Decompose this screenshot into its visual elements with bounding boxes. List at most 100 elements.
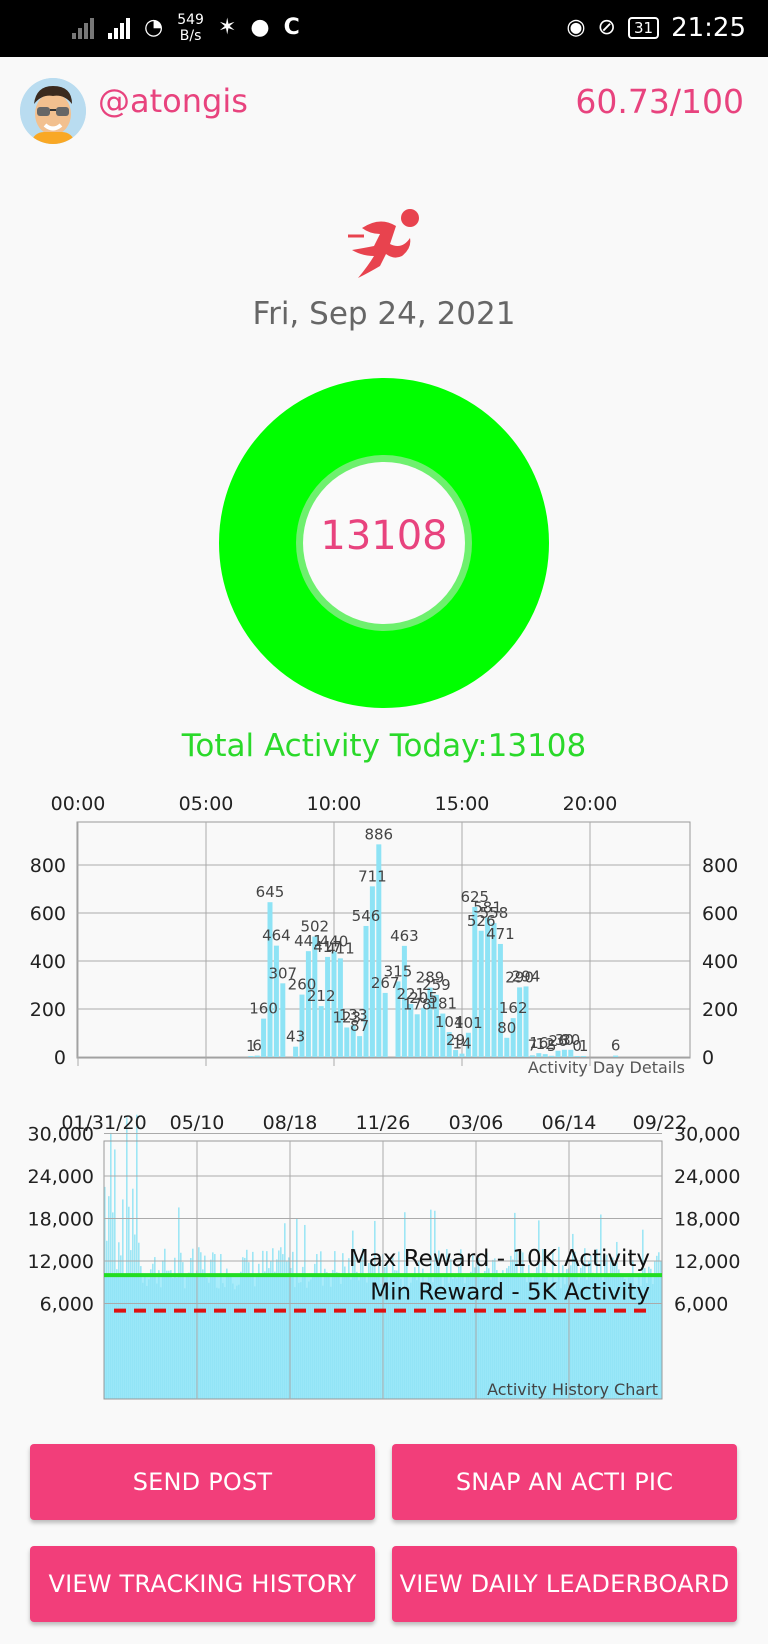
history-spike — [326, 1272, 328, 1399]
y-tick-label-right: 400 — [702, 951, 738, 973]
bar — [581, 1056, 587, 1057]
history-spike — [270, 1260, 272, 1399]
snap-pic-button[interactable]: SNAP AN ACTI PIC — [392, 1444, 737, 1520]
history-spike — [260, 1273, 262, 1399]
history-spike — [258, 1263, 260, 1399]
history-spike — [190, 1258, 192, 1399]
history-spike — [174, 1257, 176, 1399]
view-tracking-history-button[interactable]: VIEW TRACKING HISTORY — [30, 1546, 375, 1622]
signal-icon — [108, 17, 130, 39]
bar — [293, 1046, 299, 1057]
bar — [421, 1007, 427, 1057]
x-tick-label: 05:00 — [179, 793, 234, 815]
history-spike — [298, 1282, 300, 1399]
history-spike — [188, 1272, 190, 1399]
activity-day-chart: 1616064546430743260441502212417440411123… — [30, 793, 739, 1077]
bar-value-label: 1 — [579, 1037, 589, 1055]
bar — [299, 994, 305, 1057]
y-tick-label-right: 800 — [702, 855, 738, 877]
bar — [414, 1014, 420, 1057]
avatar[interactable] — [20, 78, 86, 144]
history-spike — [110, 1132, 112, 1399]
history-spike — [236, 1285, 238, 1399]
history-spike — [348, 1258, 350, 1399]
history-spike — [360, 1258, 362, 1399]
history-spike — [310, 1279, 312, 1399]
y-tick-label-right: 0 — [702, 1047, 714, 1069]
y-tick-label-right: 12,000 — [674, 1251, 740, 1273]
x-tick-label: 11/26 — [356, 1112, 411, 1134]
history-spike — [246, 1249, 248, 1399]
history-spike — [238, 1284, 240, 1399]
status-time: 21:25 — [671, 13, 746, 43]
net-speed-unit: B/s — [179, 28, 202, 44]
bar-value-label: 259 — [422, 976, 451, 994]
history-spike — [288, 1257, 290, 1399]
bar-value-label: 162 — [499, 999, 528, 1017]
view-daily-leaderboard-button[interactable]: VIEW DAILY LEADERBOARD — [392, 1546, 737, 1622]
history-spike — [168, 1270, 170, 1399]
history-spike — [654, 1261, 656, 1399]
score: 60.73/100 — [575, 82, 744, 121]
bar — [561, 1049, 567, 1057]
history-spike — [144, 1274, 146, 1399]
ring-value: 13108 — [320, 513, 448, 559]
history-spike — [404, 1212, 406, 1399]
y-tick-label-left: 0 — [54, 1047, 66, 1069]
y-tick-label-left: 12,000 — [28, 1251, 94, 1273]
bar-value-label: 645 — [256, 883, 285, 901]
history-spike — [232, 1283, 234, 1399]
status-right: ◉ ⊘ 31 21:25 — [566, 10, 746, 46]
bar-value-label: 471 — [486, 925, 515, 943]
history-spike — [154, 1257, 156, 1399]
history-spike — [208, 1282, 210, 1399]
bar-value-label: 101 — [454, 1014, 483, 1032]
bar — [344, 1027, 350, 1057]
x-tick-label: 08/18 — [263, 1112, 318, 1134]
bar-value-label: 6 — [252, 1037, 262, 1055]
y-tick-label-right: 18,000 — [674, 1209, 740, 1231]
history-spike — [346, 1274, 348, 1399]
status-bar: ◔ 549 B/s ✶ ● C ◉ ⊘ 31 21:25 — [0, 0, 768, 57]
chart-title: Activity Day Details — [528, 1058, 685, 1077]
bar — [574, 1056, 580, 1057]
history-spike — [306, 1287, 308, 1399]
chart-title: Activity History Chart — [487, 1380, 658, 1399]
sync-icon: C — [283, 15, 300, 40]
net-speed: 549 B/s — [177, 12, 204, 44]
history-spike — [184, 1288, 186, 1399]
send-post-button[interactable]: SEND POST — [30, 1444, 375, 1520]
history-spike — [332, 1269, 334, 1399]
x-tick-label: 15:00 — [435, 793, 490, 815]
history-spike — [134, 1234, 136, 1399]
username[interactable]: @atongis — [98, 82, 248, 120]
status-left: ◔ 549 B/s ✶ ● C — [72, 10, 300, 46]
bar-value-label: 43 — [286, 1028, 305, 1046]
reference-line-label: Max Reward - 10K Activity — [349, 1246, 650, 1272]
history-spike — [308, 1281, 310, 1399]
history-spike — [216, 1287, 218, 1399]
bar-value-label: 212 — [307, 987, 336, 1005]
bar-value-label: 87 — [350, 1017, 369, 1035]
history-spike — [358, 1280, 360, 1399]
y-tick-label-left: 200 — [30, 999, 66, 1021]
y-tick-label-left: 6,000 — [40, 1294, 94, 1316]
history-spike — [262, 1250, 264, 1399]
y-tick-label-right: 6,000 — [674, 1294, 728, 1316]
history-spike — [136, 1114, 138, 1399]
bar — [491, 923, 497, 1057]
x-tick-label: 00:00 — [51, 793, 106, 815]
bar — [325, 956, 331, 1057]
history-spike — [106, 1240, 108, 1399]
history-spike — [514, 1212, 516, 1399]
history-spike — [264, 1271, 266, 1399]
bell-off-icon: ⊘ — [597, 15, 616, 40]
bar-value-label: 463 — [390, 927, 419, 945]
history-spike — [128, 1206, 130, 1399]
history-spike — [274, 1271, 276, 1399]
history-spike — [242, 1257, 244, 1399]
bar-value-label: 411 — [326, 939, 355, 957]
runner-notification-icon: ✶ — [217, 15, 237, 40]
history-spike — [520, 1250, 522, 1399]
history-spike — [366, 1282, 368, 1399]
